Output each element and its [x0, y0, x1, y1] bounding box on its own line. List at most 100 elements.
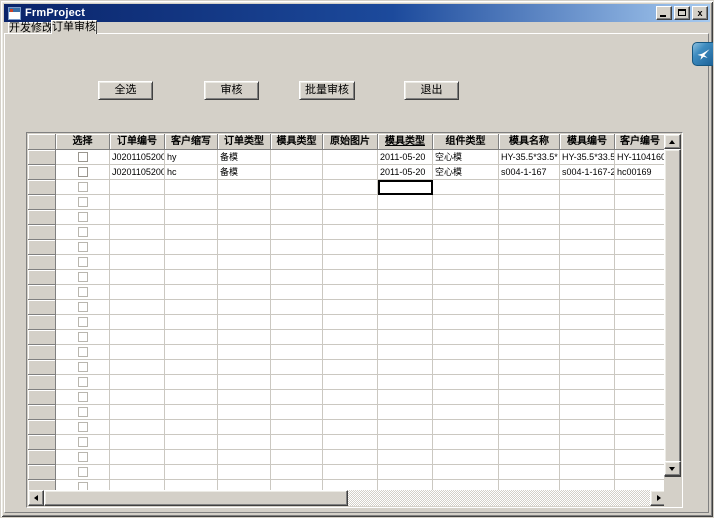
flyout-handle-button[interactable] — [692, 42, 713, 66]
cell[interactable] — [499, 180, 560, 195]
tab-order-audit[interactable]: 订单审核 — [51, 20, 97, 34]
row-checkbox[interactable] — [78, 272, 88, 282]
row-checkbox[interactable] — [78, 392, 88, 402]
cell[interactable] — [218, 210, 271, 225]
cell[interactable] — [110, 435, 165, 450]
cell[interactable] — [499, 210, 560, 225]
cell[interactable] — [560, 345, 615, 360]
cell[interactable] — [218, 225, 271, 240]
cell[interactable] — [110, 330, 165, 345]
cell[interactable] — [378, 285, 433, 300]
cell[interactable] — [110, 450, 165, 465]
cell[interactable] — [378, 465, 433, 480]
cell[interactable] — [218, 255, 271, 270]
row-checkbox[interactable] — [78, 302, 88, 312]
cell[interactable] — [499, 330, 560, 345]
cell[interactable] — [615, 390, 666, 405]
row-checkbox[interactable] — [78, 362, 88, 372]
cell[interactable] — [378, 450, 433, 465]
checkbox-cell[interactable] — [56, 255, 110, 270]
cell[interactable] — [560, 405, 615, 420]
checkbox-cell[interactable] — [56, 240, 110, 255]
cell[interactable] — [499, 405, 560, 420]
cell[interactable] — [560, 315, 615, 330]
cell[interactable] — [378, 300, 433, 315]
row-header-cell[interactable] — [28, 315, 56, 330]
cell[interactable] — [378, 375, 433, 390]
close-button[interactable]: x — [692, 6, 708, 20]
row-checkbox[interactable] — [78, 452, 88, 462]
cell[interactable] — [560, 375, 615, 390]
cell[interactable] — [615, 450, 666, 465]
checkbox-cell[interactable] — [56, 285, 110, 300]
cell[interactable] — [218, 465, 271, 480]
row-checkbox[interactable] — [78, 407, 88, 417]
checkbox-cell[interactable] — [56, 390, 110, 405]
column-header[interactable]: 模具名称 — [499, 134, 560, 150]
cell[interactable] — [323, 375, 378, 390]
cell[interactable] — [165, 240, 218, 255]
batch-audit-button[interactable]: 批量审核 — [299, 81, 355, 100]
cell[interactable] — [378, 330, 433, 345]
cell[interactable] — [165, 420, 218, 435]
row-header-cell[interactable] — [28, 180, 56, 195]
scroll-left-button[interactable] — [28, 490, 44, 506]
exit-button[interactable]: 退出 — [404, 81, 459, 100]
cell[interactable] — [615, 270, 666, 285]
cell[interactable] — [378, 225, 433, 240]
cell[interactable] — [499, 195, 560, 210]
row-header-cell[interactable] — [28, 150, 56, 165]
cell[interactable] — [560, 435, 615, 450]
cell[interactable] — [323, 270, 378, 285]
cell[interactable] — [499, 315, 560, 330]
cell[interactable] — [110, 240, 165, 255]
cell[interactable] — [110, 285, 165, 300]
cell[interactable] — [165, 180, 218, 195]
cell[interactable] — [110, 210, 165, 225]
cell[interactable] — [560, 285, 615, 300]
cell[interactable] — [218, 195, 271, 210]
cell[interactable] — [271, 390, 323, 405]
row-header-cell[interactable] — [28, 330, 56, 345]
cell[interactable] — [378, 315, 433, 330]
cell[interactable] — [433, 210, 499, 225]
cell[interactable] — [165, 375, 218, 390]
cell[interactable] — [615, 465, 666, 480]
cell[interactable] — [271, 195, 323, 210]
cell[interactable] — [110, 465, 165, 480]
cell[interactable] — [110, 315, 165, 330]
row-checkbox[interactable] — [78, 227, 88, 237]
cell[interactable] — [560, 420, 615, 435]
cell[interactable] — [560, 300, 615, 315]
cell[interactable] — [378, 390, 433, 405]
checkbox-cell[interactable] — [56, 420, 110, 435]
cell[interactable]: J020110520002 — [110, 165, 165, 180]
horizontal-scroll-thumb[interactable] — [44, 490, 348, 506]
column-header[interactable]: 模具类型 — [271, 134, 323, 150]
cell[interactable] — [271, 285, 323, 300]
cell[interactable]: 2011-05-20 — [378, 150, 433, 165]
cell[interactable] — [165, 405, 218, 420]
cell[interactable] — [323, 150, 378, 165]
focused-cell[interactable] — [378, 180, 433, 195]
cell[interactable] — [615, 435, 666, 450]
cell[interactable] — [378, 195, 433, 210]
cell[interactable] — [615, 330, 666, 345]
cell[interactable] — [560, 465, 615, 480]
cell[interactable] — [271, 150, 323, 165]
cell[interactable]: HY-35.5*33.5* — [560, 150, 615, 165]
cell[interactable] — [165, 330, 218, 345]
row-header-cell[interactable] — [28, 375, 56, 390]
cell[interactable] — [433, 465, 499, 480]
cell[interactable] — [499, 255, 560, 270]
cell[interactable]: hy — [165, 150, 218, 165]
cell[interactable] — [615, 405, 666, 420]
cell[interactable] — [323, 345, 378, 360]
cell[interactable] — [271, 180, 323, 195]
cell[interactable] — [499, 450, 560, 465]
cell[interactable] — [323, 390, 378, 405]
audit-button[interactable]: 审核 — [204, 81, 259, 100]
cell[interactable] — [378, 420, 433, 435]
cell[interactable] — [110, 180, 165, 195]
cell[interactable] — [560, 195, 615, 210]
